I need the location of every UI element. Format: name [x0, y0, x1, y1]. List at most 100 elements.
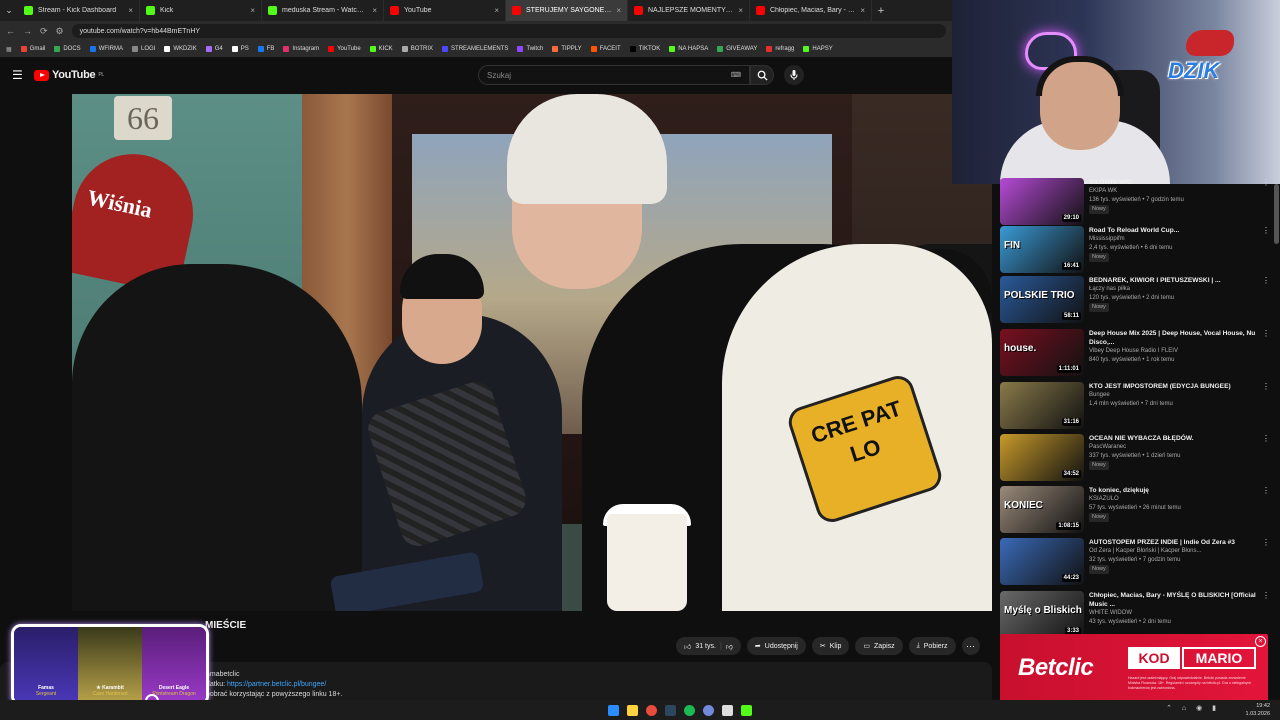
channel-name[interactable]: KSIAZULO	[1089, 495, 1257, 504]
bookmark-item[interactable]: YouTube	[328, 46, 361, 52]
video-thumbnail[interactable]: 31:16	[1000, 382, 1084, 429]
video-thumbnail[interactable]: KONIEC 1:08:15	[1000, 486, 1084, 533]
tab-close-icon[interactable]: ×	[616, 6, 621, 15]
sponsor-banner[interactable]: Betclic KOD MARIO Hazard jest uzależniaj…	[1000, 634, 1268, 704]
recommended-video[interactable]: 34:52 OCEAN NIE WYBACZA BŁĘDÓW. PascWarane…	[1000, 434, 1270, 485]
bookmark-item[interactable]: Gmail	[20, 46, 45, 52]
recommended-video[interactable]: 44:23 AUTOSTOPEM PRZEZ INDIE | Indie Od Z…	[1000, 538, 1270, 589]
more-options-icon[interactable]: ⋮	[1262, 226, 1270, 277]
bookmark-item[interactable]: refragg	[766, 46, 794, 52]
channel-name[interactable]: WHITE WIDOW	[1089, 609, 1257, 618]
more-options-icon[interactable]: ⋮	[1262, 276, 1270, 327]
more-options-icon[interactable]: ⋮	[1262, 434, 1270, 485]
forward-icon[interactable]: →	[23, 26, 32, 36]
video-thumbnail[interactable]: FIN 16:41	[1000, 226, 1084, 273]
tab-close-icon[interactable]: ×	[372, 6, 377, 15]
search-button[interactable]	[750, 65, 774, 85]
channel-name[interactable]: Łączy nas piłka	[1089, 285, 1257, 294]
bookmark-item[interactable]: G4	[205, 46, 223, 52]
tab-close-icon[interactable]: ×	[738, 6, 743, 15]
obs-icon[interactable]	[722, 704, 733, 716]
description-link[interactable]: https://partner.betclic.pl/bungee/	[227, 681, 326, 688]
discord-icon[interactable]	[703, 704, 714, 716]
bookmark-item[interactable]: PS	[231, 46, 249, 52]
bookmark-item[interactable]: KICK	[369, 46, 393, 52]
video-thumbnail[interactable]: POLSKIE TRIO 58:11	[1000, 276, 1084, 323]
recommended-video[interactable]: house. 1:11:01 Deep House Mix 2025 | Deep …	[1000, 329, 1270, 380]
more-options-icon[interactable]: ⋮	[1262, 538, 1270, 589]
bookmark-item[interactable]: HAPSY	[803, 46, 833, 52]
more-actions-icon[interactable]: ⋯	[961, 637, 980, 655]
recommended-video[interactable]: POLSKIE TRIO 58:11 BEDNAREK, KIWIOR I PIET…	[1000, 276, 1270, 327]
site-info-icon[interactable]: ⚙	[56, 26, 64, 37]
channel-name[interactable]: EKIPA WK	[1089, 187, 1257, 196]
file-explorer-icon[interactable]	[627, 704, 638, 716]
video-player[interactable]: 66 Wiśnia CRE PAT LO	[72, 94, 992, 611]
bookmark-item[interactable]: GIVEAWAY	[717, 46, 757, 52]
browser-tab[interactable]: Chłopiec, Macias, Bary - MYŚLĘ ×	[750, 0, 872, 21]
kick-icon[interactable]	[741, 704, 752, 716]
video-title[interactable]: Road To Reload World Cup...	[1089, 226, 1257, 235]
recommended-video[interactable]: KONIEC 1:08:15 To koniec, dziękuję KSIAZULO…	[1000, 486, 1270, 537]
system-tray-icons[interactable]: ⌃ ⌂ ◉ ▮	[1166, 704, 1220, 712]
new-tab-button[interactable]: +	[872, 5, 890, 17]
back-icon[interactable]: ←	[6, 26, 15, 36]
sidebar-scrollbar[interactable]	[1274, 184, 1279, 244]
browser-tab[interactable]: STERUJEMY SAYGONEM N ×	[506, 0, 628, 21]
video-title[interactable]: To koniec, dziękuję	[1089, 486, 1257, 495]
more-options-icon[interactable]: ⋮	[1262, 178, 1270, 229]
browser-tab[interactable]: Kick ×	[140, 0, 262, 21]
more-options-icon[interactable]: ⋮	[1262, 329, 1270, 380]
like-button[interactable]: 👍︎ 31 tys. | 👎︎	[676, 637, 741, 655]
channel-name[interactable]: PascWaranec	[1089, 443, 1257, 452]
bookmark-item[interactable]: WFIRMA	[89, 46, 123, 52]
bookmark-item[interactable]: LOGI	[132, 46, 155, 52]
recommended-video[interactable]: 29:10 SIŁOWNI WK! EKIPA WK 136 tys. wyświet…	[1000, 178, 1270, 229]
bookmark-item[interactable]: Instagram	[283, 46, 319, 52]
channel-name[interactable]: Mississippifm	[1089, 235, 1257, 244]
video-title[interactable]: OCEAN NIE WYBACZA BŁĘDÓW.	[1089, 434, 1257, 443]
video-thumbnail[interactable]: 44:23	[1000, 538, 1084, 585]
url-field[interactable]: youtube.com/watch?v=hb44BmETnHY	[71, 24, 946, 38]
save-button[interactable]: ▭ Zapisz	[855, 637, 903, 655]
close-icon[interactable]: ×	[1255, 636, 1266, 647]
steam-icon[interactable]	[665, 704, 676, 716]
tab-close-icon[interactable]: ×	[128, 6, 133, 15]
tab-close-icon[interactable]: ×	[860, 6, 865, 15]
channel-name[interactable]: Vibey Deep House Radio I FLEIV	[1089, 347, 1257, 356]
bookmark-item[interactable]: TIKTOK	[629, 46, 660, 52]
bookmark-item[interactable]: Twitch	[517, 46, 543, 52]
menu-icon[interactable]: ☰	[12, 68, 34, 82]
search-input[interactable]: Szukaj ⌨	[478, 65, 750, 85]
tab-close-icon[interactable]: ×	[250, 6, 255, 15]
thumbs-down-icon[interactable]: 👎︎	[726, 642, 733, 651]
channel-name[interactable]: Od Zera | Kacper Błoński | Kacper Błons.…	[1089, 547, 1257, 556]
browser-tab[interactable]: Stream - Kick Dashboard ×	[18, 0, 140, 21]
channel-name[interactable]: Bungee	[1089, 391, 1257, 400]
bookmark-item[interactable]: FB	[257, 46, 274, 52]
video-title[interactable]: BEDNAREK, KIWIOR I PIETUSZEWSKI | ...	[1089, 276, 1257, 285]
spotify-icon[interactable]	[684, 704, 695, 716]
video-title[interactable]: SIŁOWNI WK!	[1089, 178, 1257, 187]
bookmark-item[interactable]: TIPPLY	[552, 46, 582, 52]
video-title[interactable]: Chłopiec, Macias, Bary - MYŚLĘ O BLISKIC…	[1089, 591, 1257, 609]
video-thumbnail[interactable]: 34:52	[1000, 434, 1084, 481]
bookmark-item[interactable]: STREAMELEMENTS	[442, 46, 508, 52]
bookmark-item[interactable]: DOCS	[54, 46, 81, 52]
download-button[interactable]: ⤓ Pobierz	[908, 637, 956, 655]
video-thumbnail[interactable]: Myślę o Bliskich 3:33	[1000, 591, 1084, 638]
youtube-logo[interactable]: YouTube PL	[34, 69, 104, 81]
more-options-icon[interactable]: ⋮	[1262, 486, 1270, 537]
reload-icon[interactable]: ⟳	[40, 26, 48, 37]
browser-tab[interactable]: NAJLEPSZE MOMENTY POLSK ×	[628, 0, 750, 21]
windows-start-icon[interactable]	[608, 704, 619, 716]
bookmark-item[interactable]: WKDZIK	[164, 46, 197, 52]
clip-button[interactable]: ✂ Klip	[811, 637, 850, 655]
voice-search-button[interactable]	[784, 65, 804, 85]
video-thumbnail[interactable]: house. 1:11:01	[1000, 329, 1084, 376]
video-title[interactable]: KTO JEST IMPOSTOREM (EDYCJA BUNGEE)	[1089, 382, 1257, 391]
recommended-video[interactable]: 31:16 KTO JEST IMPOSTOREM (EDYCJA BUNGEE)…	[1000, 382, 1270, 433]
chrome-icon[interactable]	[646, 704, 657, 716]
video-thumbnail[interactable]: 29:10	[1000, 178, 1084, 225]
apps-grid-icon[interactable]: ▦	[6, 46, 12, 53]
